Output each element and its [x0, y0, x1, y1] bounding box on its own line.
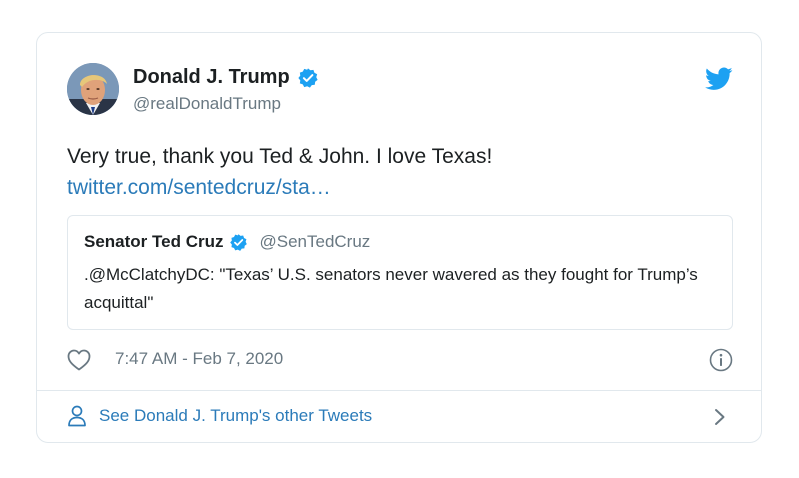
quoted-tweet[interactable]: Senator Ted Cruz @SenTedCruz .@McClatchy… — [67, 215, 733, 330]
tweet-timestamp[interactable]: 7:47 AM - Feb 7, 2020 — [115, 349, 283, 369]
chevron-right-icon[interactable] — [713, 407, 727, 427]
embedded-tweet-card: Donald J. Trump @realDonaldTrump Very tr… — [36, 32, 762, 443]
see-other-tweets-link[interactable]: See Donald J. Trump's other Tweets — [37, 391, 761, 442]
tweet-meta: 7:47 AM - Feb 7, 2020 — [67, 347, 733, 375]
verified-badge-icon — [297, 67, 319, 89]
heart-icon[interactable] — [67, 349, 91, 371]
author-name-row[interactable]: Donald J. Trump — [133, 66, 319, 89]
quoted-tweet-header: Senator Ted Cruz @SenTedCruz — [84, 232, 370, 252]
tweet-link[interactable]: twitter.com/sentedcruz/sta… — [67, 172, 727, 203]
verified-badge-icon — [229, 233, 248, 252]
avatar[interactable] — [67, 63, 119, 115]
quoted-tweet-text: .@McClatchyDC: "Texas’ U.S. senators nev… — [84, 265, 698, 312]
person-icon — [67, 405, 87, 427]
author-handle[interactable]: @realDonaldTrump — [133, 94, 281, 114]
info-icon[interactable] — [709, 348, 733, 372]
quoted-author-name: Senator Ted Cruz — [84, 232, 224, 251]
avatar-image — [67, 63, 119, 115]
twitter-bird-icon[interactable] — [705, 67, 733, 91]
author-name[interactable]: Donald J. Trump — [133, 66, 290, 89]
tweet-body: Very true, thank you Ted & John. I love … — [67, 141, 727, 203]
tweet-text: Very true, thank you Ted & John. I love … — [67, 145, 493, 168]
quoted-author-handle: @SenTedCruz — [259, 232, 371, 251]
see-other-tweets-label[interactable]: See Donald J. Trump's other Tweets — [99, 406, 372, 426]
